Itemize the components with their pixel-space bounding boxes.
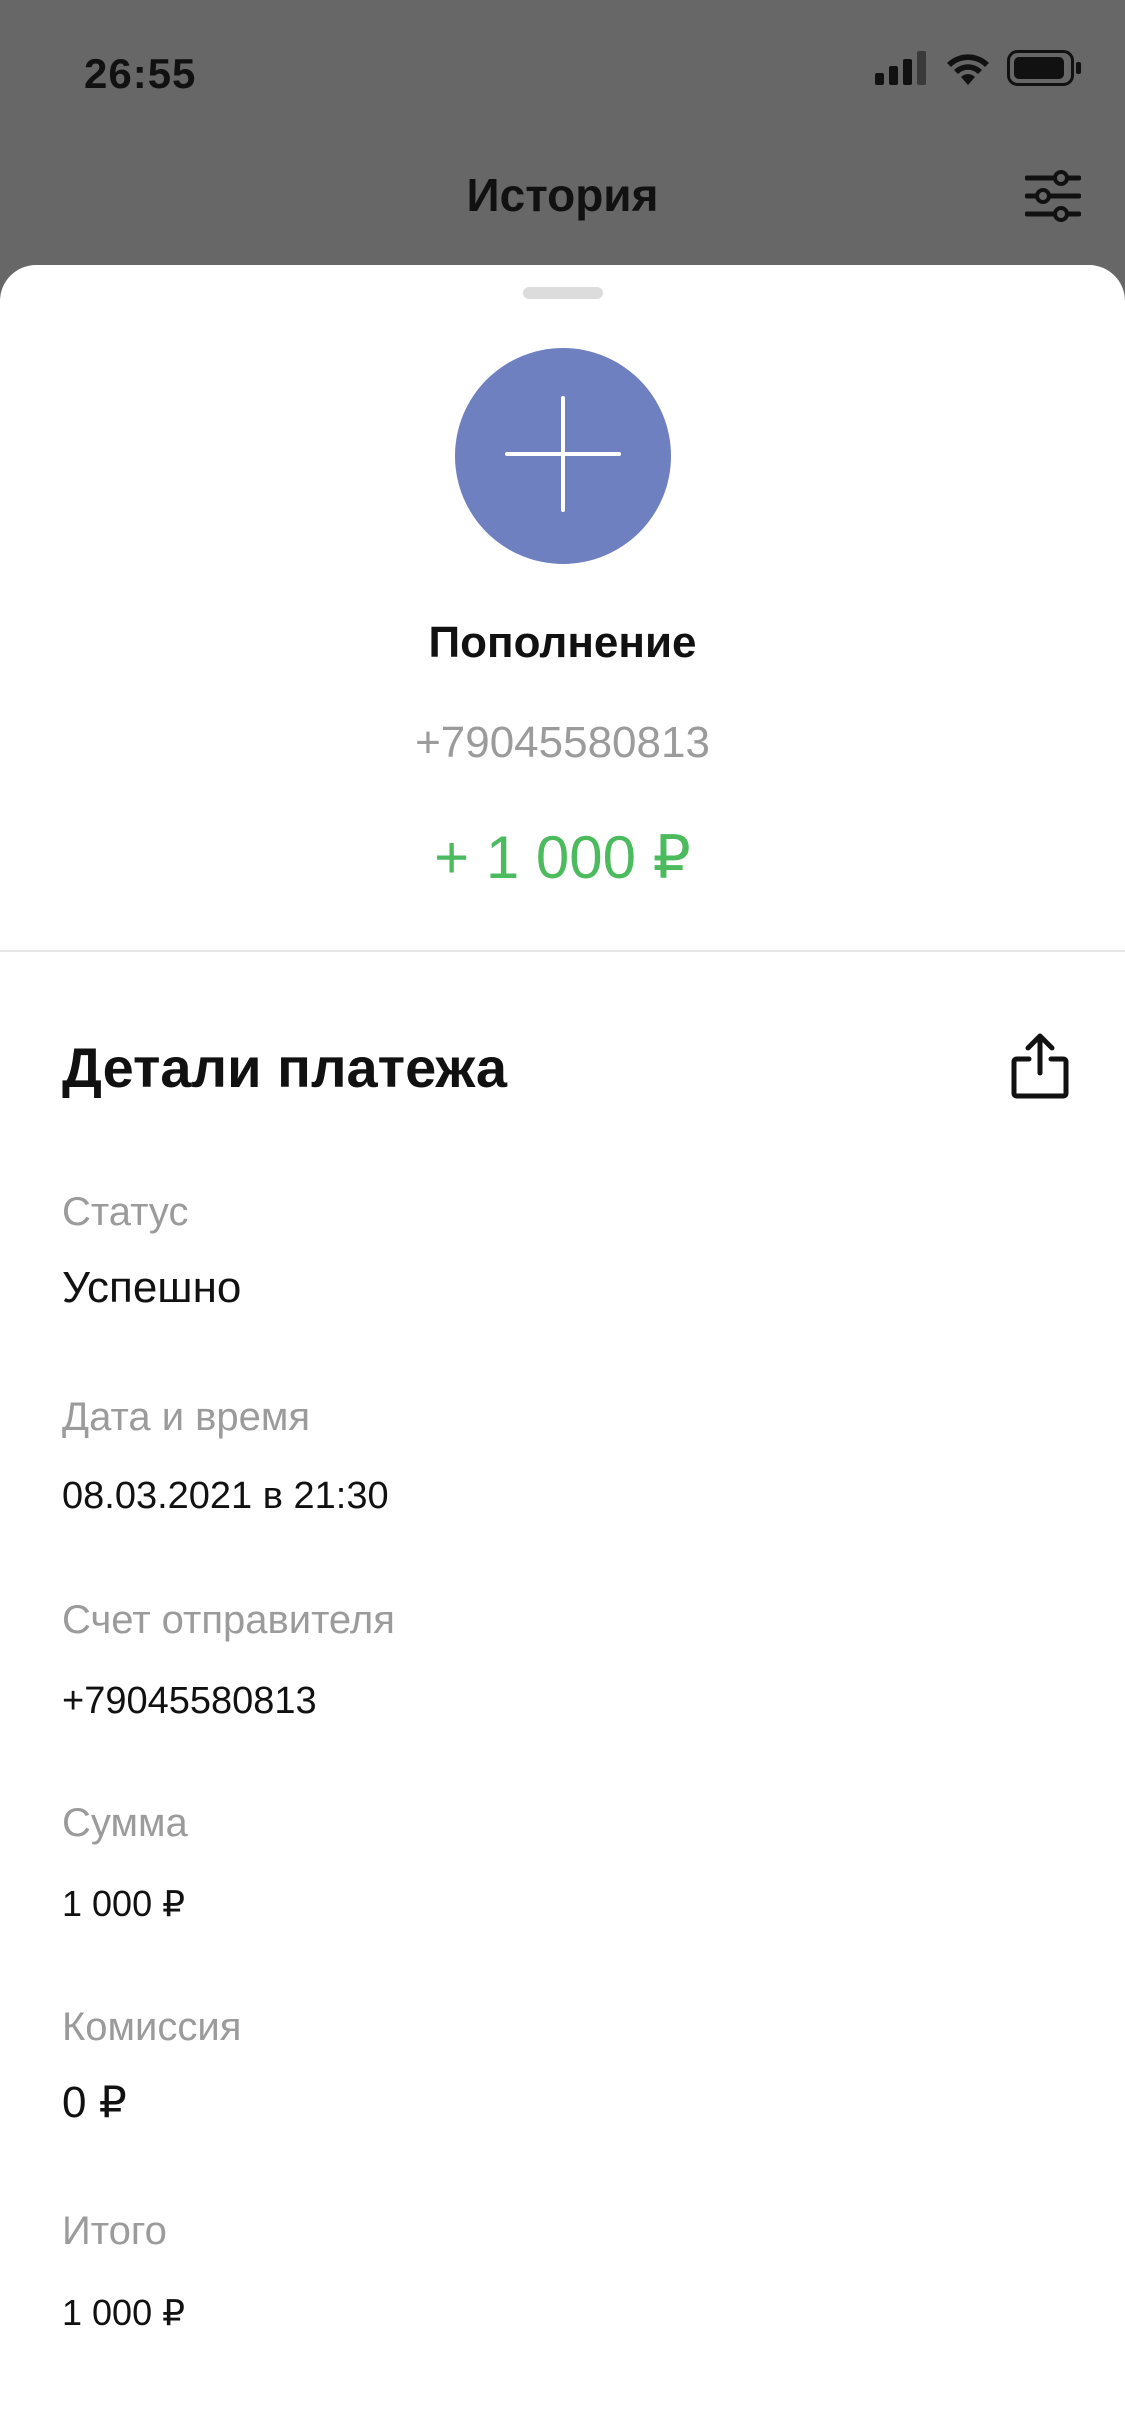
datetime-value: 08.03.2021 в 21:30 [62, 1475, 389, 1517]
plus-icon [505, 395, 621, 517]
commission-value: 0 ₽ [62, 2078, 127, 2127]
status-bar: 26:55 [0, 0, 1125, 140]
status-time: 26:55 [84, 50, 197, 97]
battery-icon [1007, 49, 1083, 91]
screen: 26:55 История Пополнение +79045580813 + … [0, 0, 1125, 2436]
status-icons [875, 49, 1083, 91]
transaction-avatar [455, 348, 671, 564]
sender-account-value: +79045580813 [62, 1680, 317, 1722]
filter-button[interactable] [1021, 166, 1085, 230]
sum-label: Сумма [62, 1801, 188, 1845]
total-value: 1 000 ₽ [62, 2292, 185, 2333]
status-label: Статус [62, 1190, 189, 1234]
header: История [0, 150, 1125, 250]
signal-icon [875, 50, 929, 90]
divider [0, 950, 1125, 952]
transaction-sheet: Пополнение +79045580813 + 1 000 ₽ Детали… [0, 265, 1125, 2436]
transaction-phone: +79045580813 [415, 718, 710, 767]
status-value: Успешно [62, 1263, 242, 1312]
share-button[interactable] [1005, 1030, 1075, 1106]
datetime-label: Дата и время [62, 1395, 311, 1439]
sender-account-label: Счет отправителя [62, 1598, 395, 1642]
transaction-title: Пополнение [428, 618, 697, 667]
total-label: Итого [62, 2209, 167, 2253]
share-icon [1011, 1033, 1069, 1104]
filter-sliders-icon [1024, 169, 1082, 227]
wifi-icon [945, 51, 991, 90]
details-title: Детали платежа [62, 1036, 508, 1099]
commission-label: Комиссия [62, 2005, 242, 2049]
sum-value: 1 000 ₽ [62, 1883, 185, 1924]
page-title: История [466, 169, 659, 221]
transaction-amount: + 1 000 ₽ [434, 824, 691, 891]
sheet-grabber[interactable] [523, 287, 603, 299]
